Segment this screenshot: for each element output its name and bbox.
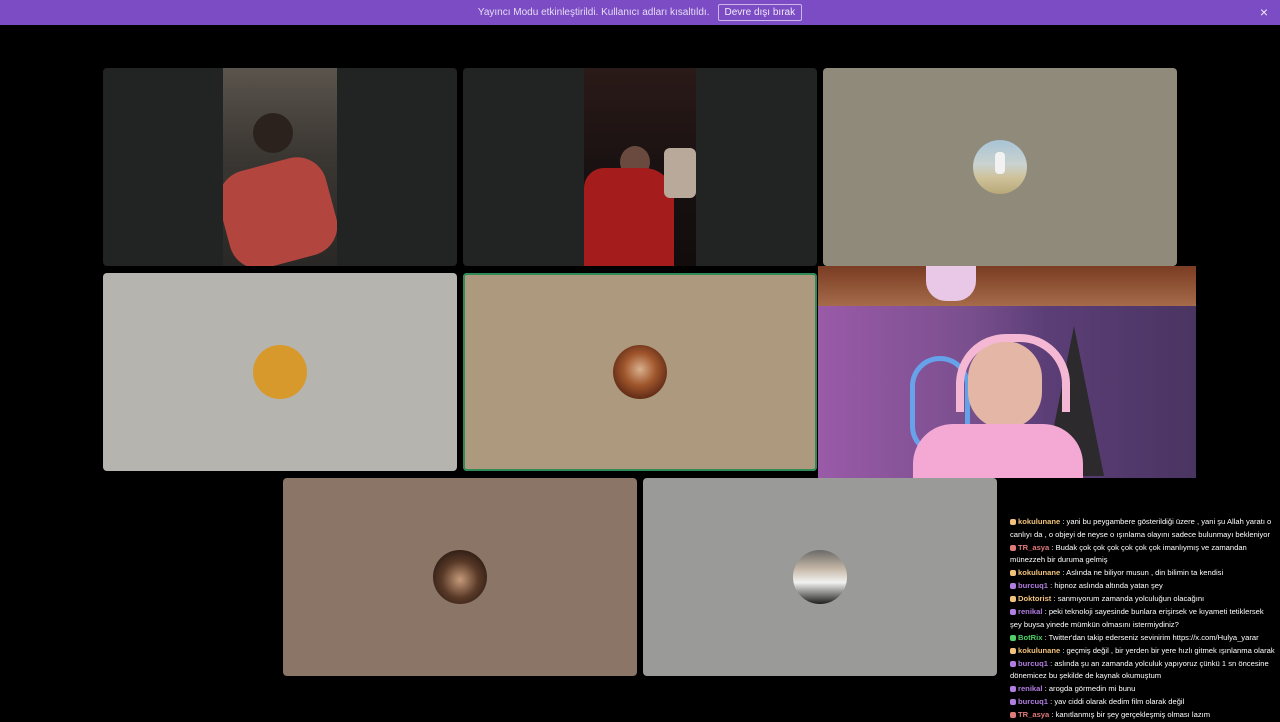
- avatar-tile-1[interactable]: [823, 68, 1177, 266]
- chat-message: Doktorist : sanmıyorum zamanda yolculuğu…: [1010, 593, 1276, 606]
- chat-badge-icon: [1010, 634, 1016, 641]
- chat-badge-icon: [1010, 660, 1016, 667]
- chat-message: renikal : arogda görmedin mi bunu: [1010, 683, 1276, 696]
- chat-message: renikal : peki teknoloji sayesinde bunla…: [1010, 607, 1264, 629]
- chat-text: arogda görmedin mi bunu: [1048, 684, 1136, 693]
- chat-badge-icon: [1010, 699, 1016, 705]
- chat-username[interactable]: burcuq1: [1018, 697, 1048, 706]
- headphones: [956, 334, 1070, 412]
- chat-message: burcuq1 : aslında şu an zamanda yolculuk…: [1010, 658, 1269, 681]
- chat-badge-icon: [1010, 712, 1016, 718]
- avatar-tile-2[interactable]: [103, 273, 457, 471]
- chat-username[interactable]: Doktorist: [1018, 594, 1051, 603]
- chat-username[interactable]: renikal: [1018, 607, 1042, 616]
- avatar-tile-3[interactable]: [463, 273, 817, 471]
- person-silhouette: [253, 113, 293, 153]
- chat-text: kanıtlanmış bir şey gerçekleşmiş olması …: [1055, 710, 1211, 719]
- lamp: [926, 266, 976, 301]
- chat-message: BotRix : Twitter'dan takip ederseniz sev…: [1010, 632, 1276, 645]
- chat-text: Aslında ne biliyor musun , din bilimin t…: [1066, 568, 1224, 577]
- chat-text: Twitter'dan takip ederseniz sevinirim ht…: [1048, 632, 1259, 642]
- chat-badge-icon: [1010, 647, 1016, 654]
- seat-headrest: [664, 148, 696, 198]
- camera-feed: [584, 68, 696, 266]
- camera-feed: [223, 68, 337, 266]
- chat-message: kokulunane : Aslında ne biliyor musun , …: [1010, 567, 1276, 580]
- pink-sweater: [913, 424, 1083, 478]
- pillow: [223, 150, 337, 266]
- chat-badge-icon: [1010, 596, 1016, 602]
- user-avatar: [613, 345, 667, 399]
- chat-text: yav ciddi olarak dedim film olarak değil: [1054, 697, 1185, 706]
- chat-username[interactable]: kokulunane: [1018, 568, 1060, 577]
- ceiling: [818, 266, 1196, 306]
- chat-message: kokulunane : yani bu peygambere gösteril…: [1010, 517, 1272, 539]
- chat-text: aslında şu an zamanda yolculuk yapıyoruz…: [1010, 658, 1269, 681]
- red-clothing: [584, 168, 674, 266]
- chat-text: geçmiş değil , bir yerden bir yere hızlı…: [1066, 645, 1275, 655]
- chat-message: burcuq1 : hipnoz aslında altında yatan ş…: [1010, 580, 1276, 593]
- chat-badge-icon: [1010, 686, 1016, 692]
- video-tile-2[interactable]: [463, 68, 817, 266]
- chat-badge-icon: [1010, 609, 1016, 615]
- chat-badge-icon: [1010, 519, 1016, 525]
- user-avatar: [253, 345, 307, 399]
- chat-text: sanmıyorum zamanda yolculuğun olacağını: [1057, 594, 1205, 603]
- chat-username[interactable]: BotRix: [1018, 633, 1042, 642]
- chat-username[interactable]: kokulunane: [1018, 517, 1060, 526]
- chat-message: TR_asya : Budak çok çok çok çok çok çok …: [1010, 542, 1247, 564]
- chat-message: kokulunane : geçmiş değil , bir yerden b…: [1010, 645, 1276, 658]
- chat-username[interactable]: burcuq1: [1018, 659, 1048, 668]
- disable-streamer-mode-button[interactable]: Devre dışı bırak: [717, 4, 803, 21]
- chat-username[interactable]: kokulunane: [1018, 646, 1060, 655]
- close-icon[interactable]: ×: [1260, 4, 1268, 20]
- chat-text: peki teknoloji sayesinde bunlara erişirs…: [1010, 607, 1264, 629]
- chat-badge-icon: [1010, 544, 1016, 551]
- streamer-mode-banner: Yayıncı Modu etkinleştirildi. Kullanıcı …: [0, 0, 1280, 25]
- chat-username[interactable]: TR_asya: [1018, 710, 1049, 719]
- chat-username[interactable]: TR_asya: [1018, 543, 1049, 552]
- user-avatar: [433, 550, 487, 604]
- banner-message: Yayıncı Modu etkinleştirildi. Kullanıcı …: [477, 7, 710, 18]
- avatar-tile-4[interactable]: [283, 478, 637, 676]
- chat-text: hipnoz aslında altında yatan şey: [1054, 581, 1163, 590]
- user-avatar: [793, 550, 847, 604]
- stream-chat: kokulunane : yani bu peygambere gösteril…: [1010, 516, 1276, 722]
- chat-message: burcuq1 : yav ciddi olarak dedim film ol…: [1010, 696, 1276, 709]
- video-tile-1[interactable]: [103, 68, 457, 266]
- chat-username[interactable]: renikal: [1018, 684, 1042, 693]
- user-avatar: [973, 140, 1027, 194]
- chat-badge-icon: [1010, 570, 1016, 576]
- streamer-camera-tile[interactable]: [818, 266, 1196, 478]
- chat-badge-icon: [1010, 583, 1016, 589]
- avatar-tile-5[interactable]: [643, 478, 997, 676]
- chat-username[interactable]: burcuq1: [1018, 581, 1048, 590]
